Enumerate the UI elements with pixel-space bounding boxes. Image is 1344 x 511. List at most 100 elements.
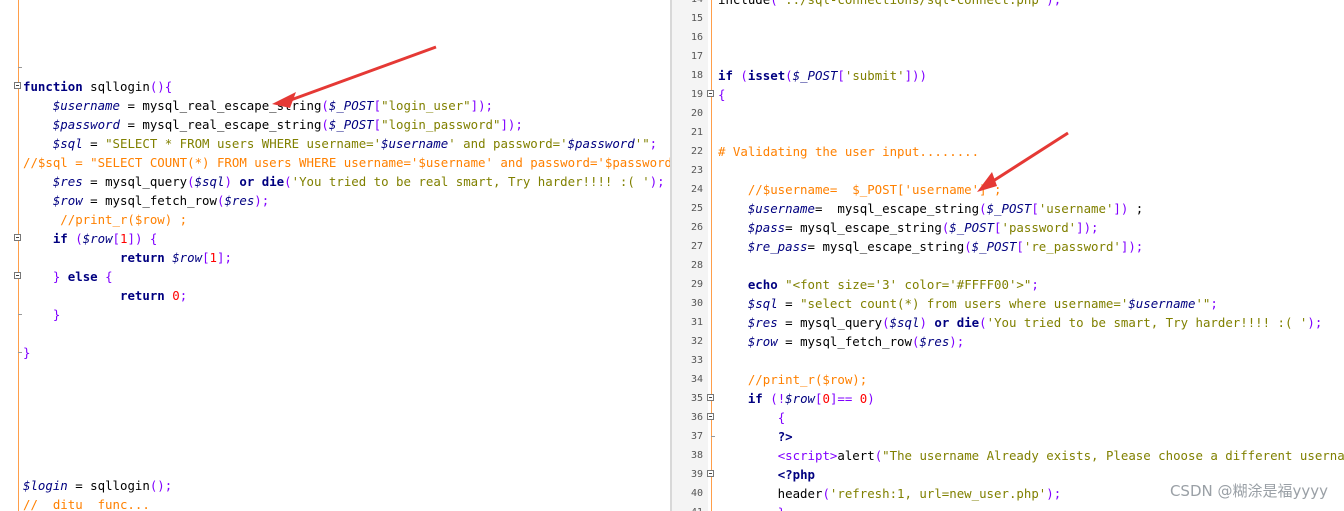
code-token: ]) { (127, 231, 158, 246)
code-line (0, 58, 670, 77)
code-text: $login = sqllogin(); (23, 476, 172, 495)
fold-toggle-icon[interactable] (707, 394, 714, 401)
line-number: 36 (690, 412, 703, 423)
code-token: ); (649, 174, 665, 189)
right-editor-pane[interactable]: 14include('../sql-connections/sql-connec… (672, 0, 1344, 511)
code-token: $username (52, 98, 120, 113)
code-text: // ditu func... (23, 495, 150, 511)
code-token: = (777, 296, 801, 311)
code-line: 29 echo "<font size='3' color='#FFFF00'>… (672, 275, 1344, 294)
code-token: [ (373, 98, 382, 113)
code-token: return (119, 250, 165, 265)
code-token: "login_user" (381, 98, 471, 113)
code-line: 34 //print_r($row); (672, 370, 1344, 389)
code-token: 0 (172, 288, 180, 303)
code-token: { (777, 410, 786, 425)
code-token: isset (747, 68, 786, 83)
code-line: //print_r($row) ; (0, 210, 670, 229)
code-line: $login = sqllogin(); (0, 476, 670, 495)
line-number: 27 (690, 241, 703, 252)
line-number: 19 (690, 89, 703, 100)
code-line: } (0, 305, 670, 324)
code-text: //$username= $_POST['username'] ; (718, 180, 1002, 199)
code-token: [ (1016, 239, 1024, 254)
code-token: header (718, 486, 823, 501)
code-token: = mysql_real_escape_string (119, 98, 322, 113)
code-token: ( (785, 68, 793, 83)
code-token: [ (1031, 201, 1039, 216)
code-token: $sql (889, 315, 920, 330)
code-token: ; (1128, 201, 1144, 216)
code-line: $sql = "SELECT * FROM users WHERE userna… (0, 134, 670, 153)
code-text: $row = mysql_fetch_row($res); (23, 191, 269, 210)
code-token: $_POST (792, 68, 838, 83)
code-token: 'submit' (844, 68, 905, 83)
line-number: 32 (690, 336, 703, 347)
code-token: $sql (747, 296, 778, 311)
fold-end-marker (711, 436, 715, 437)
code-line: } else { (0, 267, 670, 286)
fold-toggle-icon[interactable] (707, 470, 714, 477)
code-line: 32 $row = mysql_fetch_row($res); (672, 332, 1344, 351)
code-token: $username (381, 136, 449, 151)
code-text: { (718, 85, 725, 104)
left-editor-pane[interactable]: function sqllogin(){ $username = mysql_r… (0, 0, 670, 511)
fold-toggle-icon[interactable] (14, 272, 21, 279)
code-token: } (23, 345, 31, 360)
code-text: //print_r($row); (718, 370, 867, 389)
code-text: $res = mysql_query($sql) or die('You tri… (23, 172, 665, 191)
code-token: = mysql_escape_string (785, 220, 942, 235)
code-token: '" (1195, 296, 1211, 311)
fold-toggle-icon[interactable] (14, 82, 21, 89)
code-token: <?php (777, 467, 815, 482)
code-line: 17 (672, 47, 1344, 66)
code-token: 1 (209, 250, 217, 265)
code-token: $password (567, 136, 635, 151)
code-text: $re_pass= mysql_escape_string($_POST['re… (718, 237, 1143, 256)
code-line: 25 $username= mysql_escape_string($_POST… (672, 199, 1344, 218)
line-number: 33 (690, 355, 703, 366)
code-token: <script> (777, 448, 838, 463)
code-token: $login (23, 478, 68, 493)
code-text: if ($row[1]) { (23, 229, 157, 248)
code-token: return (119, 288, 165, 303)
fold-toggle-icon[interactable] (707, 90, 714, 97)
line-number: 28 (690, 260, 703, 271)
line-number: 38 (690, 450, 703, 461)
fold-toggle-icon[interactable] (14, 234, 21, 241)
fold-end-marker (18, 352, 22, 353)
code-token: //print_r($row) ; (23, 212, 188, 227)
code-text: } else { (23, 267, 113, 286)
code-token: (){ (149, 79, 173, 94)
code-token: // ditu func... (23, 497, 150, 511)
code-text: } (23, 305, 60, 324)
code-token: { (105, 269, 113, 284)
code-text: $sql = "select count(*) from users where… (718, 294, 1218, 313)
code-token: = sqllogin (67, 478, 150, 493)
code-text: { (718, 408, 785, 427)
code-line: function sqllogin(){ (0, 77, 670, 96)
code-token: include (718, 0, 770, 7)
code-token: 'refresh:1, url=new_user.php' (829, 486, 1047, 501)
code-token: //$sql = "SELECT COUNT(*) FROM users WHE… (23, 155, 670, 170)
code-token: [ (202, 250, 210, 265)
code-line: 35 if (!$row[0]== 0) (672, 389, 1344, 408)
code-line: 28 (672, 256, 1344, 275)
code-token: ])) (904, 68, 927, 83)
line-number: 20 (690, 108, 703, 119)
code-token: [ (112, 231, 121, 246)
watermark: CSDN @糊涂是福yyyy (1169, 482, 1328, 500)
code-line: 18 if (isset($_POST['submit'])) (672, 66, 1344, 85)
code-text: } (718, 503, 785, 511)
code-token: ]== (829, 391, 860, 406)
code-token: ' and password=' (448, 136, 568, 151)
fold-toggle-icon[interactable] (707, 413, 714, 420)
